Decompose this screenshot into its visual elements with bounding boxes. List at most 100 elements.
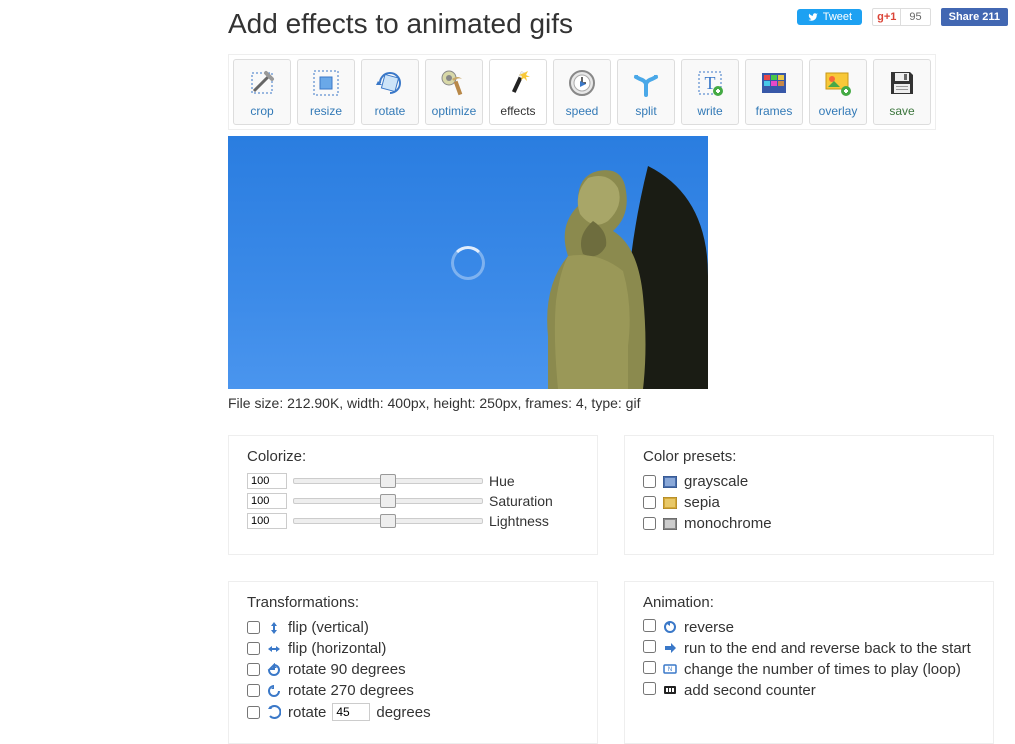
presets-title: Color presets:: [643, 448, 975, 465]
optimize-icon: [437, 66, 471, 100]
flip-vertical-icon: [266, 620, 282, 636]
rotate-90-label: rotate 90 degrees: [288, 661, 406, 678]
sepia-icon: [662, 495, 678, 511]
frames-icon: [757, 66, 791, 100]
boomerang-label: run to the end and reverse back to the s…: [684, 640, 975, 657]
saturation-value-input[interactable]: [247, 493, 287, 509]
tool-crop[interactable]: crop: [233, 59, 291, 125]
rotate-90-icon: [266, 662, 282, 678]
rotate-custom-icon: [266, 704, 282, 720]
animation-panel: Animation: reverse run to the end and re…: [624, 581, 994, 744]
tool-frames[interactable]: frames: [745, 59, 803, 125]
tool-label: resize: [310, 104, 342, 118]
counter-icon: [662, 682, 678, 698]
rotate-custom-prefix: rotate: [288, 704, 326, 721]
reverse-checkbox[interactable]: [643, 619, 656, 632]
tweet-button[interactable]: Tweet: [797, 9, 862, 25]
rotate-custom-suffix: degrees: [376, 704, 430, 721]
rotate-degrees-input[interactable]: [332, 703, 370, 721]
rotate-270-label: rotate 270 degrees: [288, 682, 414, 699]
reverse-label: reverse: [684, 619, 975, 636]
lightness-label: Lightness: [489, 513, 549, 529]
tool-optimize[interactable]: optimize: [425, 59, 483, 125]
counter-checkbox[interactable]: [643, 682, 656, 695]
boomerang-icon: [662, 640, 678, 656]
flip-vertical-label: flip (vertical): [288, 619, 369, 636]
svg-text:N: N: [668, 667, 672, 673]
rotate-icon: [373, 66, 407, 100]
grayscale-checkbox[interactable]: [643, 475, 656, 488]
page-title: Add effects to animated gifs: [228, 8, 573, 40]
tool-rotate[interactable]: rotate: [361, 59, 419, 125]
colorize-title: Colorize:: [247, 448, 579, 465]
flip-horizontal-label: flip (horizontal): [288, 640, 386, 657]
transformations-panel: Transformations: flip (vertical) flip (h…: [228, 581, 598, 744]
sepia-checkbox[interactable]: [643, 496, 656, 509]
speed-icon: [565, 66, 599, 100]
flip-vertical-checkbox[interactable]: [247, 621, 260, 634]
transformations-title: Transformations:: [247, 594, 579, 611]
effects-icon: [501, 66, 535, 100]
loop-icon: N: [662, 661, 678, 677]
gplus-label: g+1: [873, 9, 900, 25]
loop-label: change the number of times to play (loop…: [684, 661, 975, 678]
tool-resize[interactable]: resize: [297, 59, 355, 125]
tool-overlay[interactable]: overlay: [809, 59, 867, 125]
gplus-count: 95: [900, 9, 929, 25]
grayscale-icon: [662, 474, 678, 490]
write-icon: T: [693, 66, 727, 100]
fb-share-button[interactable]: Share 211: [941, 8, 1008, 26]
tool-label: split: [635, 104, 656, 118]
reverse-icon: [662, 619, 678, 635]
tool-label: save: [889, 104, 914, 118]
loop-checkbox[interactable]: [643, 661, 656, 674]
monochrome-icon: [662, 516, 678, 532]
rotate-90-checkbox[interactable]: [247, 663, 260, 676]
rotate-custom-checkbox[interactable]: [247, 706, 260, 719]
tool-write[interactable]: Twrite: [681, 59, 739, 125]
tool-speed[interactable]: speed: [553, 59, 611, 125]
flip-horizontal-checkbox[interactable]: [247, 642, 260, 655]
tool-save[interactable]: save: [873, 59, 931, 125]
gplus-button[interactable]: g+1 95: [872, 8, 931, 26]
counter-label: add second counter: [684, 682, 975, 699]
split-icon: [629, 66, 663, 100]
grayscale-label: grayscale: [684, 473, 748, 490]
animation-title: Animation:: [643, 594, 975, 611]
lightness-slider[interactable]: [293, 518, 483, 524]
tool-label: effects: [500, 104, 535, 118]
hue-value-input[interactable]: [247, 473, 287, 489]
crop-icon: [245, 66, 279, 100]
monochrome-label: monochrome: [684, 515, 772, 532]
overlay-icon: [821, 66, 855, 100]
saturation-label: Saturation: [489, 493, 553, 509]
tool-label: rotate: [375, 104, 406, 118]
colorize-panel: Colorize: Hue Saturation Lightness: [228, 435, 598, 555]
fb-label: Share 211: [949, 11, 1000, 23]
tool-split[interactable]: split: [617, 59, 675, 125]
flip-horizontal-icon: [266, 641, 282, 657]
hue-label: Hue: [489, 473, 515, 489]
rotate-270-icon: [266, 683, 282, 699]
lightness-value-input[interactable]: [247, 513, 287, 529]
hue-slider[interactable]: [293, 478, 483, 484]
tweet-label: Tweet: [823, 11, 852, 23]
presets-panel: Color presets: grayscale sepia monochrom…: [624, 435, 994, 555]
loading-spinner-icon: [451, 246, 485, 280]
tool-label: speed: [566, 104, 599, 118]
tool-label: overlay: [819, 104, 858, 118]
tool-effects[interactable]: effects: [489, 59, 547, 125]
sepia-label: sepia: [684, 494, 720, 511]
save-icon: [885, 66, 919, 100]
toolbar: crop resize rotate optimize effects speed spli…: [228, 54, 936, 130]
file-info: File size: 212.90K, width: 400px, height…: [228, 395, 1008, 411]
saturation-slider[interactable]: [293, 498, 483, 504]
rotate-270-checkbox[interactable]: [247, 684, 260, 697]
boomerang-checkbox[interactable]: [643, 640, 656, 653]
statue-image: [448, 136, 708, 389]
tool-label: crop: [250, 104, 273, 118]
tool-label: write: [697, 104, 722, 118]
image-preview: [228, 136, 708, 389]
resize-icon: [309, 66, 343, 100]
monochrome-checkbox[interactable]: [643, 517, 656, 530]
